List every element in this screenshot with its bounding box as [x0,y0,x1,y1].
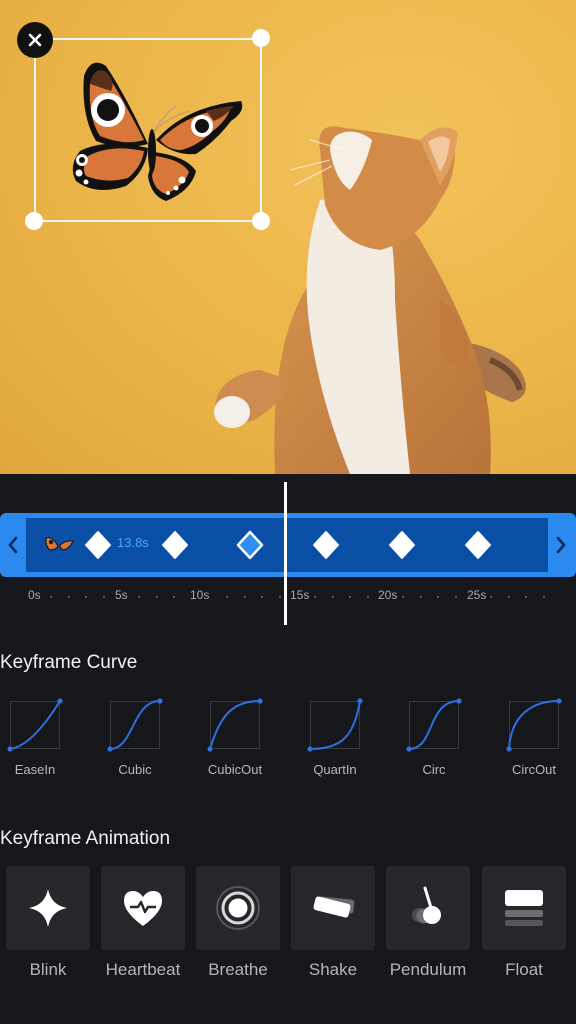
ruler-tick [455,596,457,598]
sparkle-icon [26,886,70,930]
ruler-tick [508,596,510,598]
curve-label: EaseIn [14,762,56,777]
shake-icon [308,888,358,928]
animation-tile[interactable] [6,866,90,950]
keyframe-marker[interactable] [160,530,190,560]
curve-option-circ[interactable]: Circ [401,696,463,786]
keyframe-marker-selected[interactable] [235,530,265,560]
ruler-tick [314,596,316,598]
animation-tile[interactable] [386,866,470,950]
animation-label: Float [505,960,543,979]
resize-handle-bottom-left[interactable] [25,212,43,230]
animation-option-float[interactable]: Float [482,866,568,986]
animation-label: Shake [308,960,358,979]
chevron-left-icon [8,536,18,554]
ruler-tick [103,596,105,598]
circ-curve-icon [406,698,462,752]
animation-label: Breathe [208,960,268,979]
ruler-tick [173,596,175,598]
ruler-tick [349,596,351,598]
curve-option-cubic[interactable]: Cubic [102,696,164,786]
ruler-tick [420,596,422,598]
ruler-label: 5s [115,588,128,602]
curve-label: CubicOut [207,762,263,777]
circout-curve-icon [506,698,562,752]
curve-label: CircOut [511,762,557,777]
curve-option-quartin[interactable]: QuartIn [302,696,364,786]
ruler-label: 15s [290,588,310,602]
ruler-tick [226,596,228,598]
remove-sticker-button[interactable] [17,22,53,58]
keyframe-marker[interactable] [387,530,417,560]
animation-tile[interactable] [101,866,185,950]
butterfly-sticker[interactable] [66,56,248,204]
animation-option-blink[interactable]: Blink [6,866,92,986]
animation-tile[interactable] [482,866,566,950]
ruler-tick [402,596,404,598]
track-trim-left-button[interactable] [2,528,24,562]
ruler-tick [525,596,527,598]
curve-label: Cubic [118,762,152,777]
ruler-label: 25s [467,588,487,602]
keyframe-marker[interactable] [463,530,493,560]
animation-option-pendulum[interactable]: Pendulum [386,866,472,986]
curve-option-easein[interactable]: EaseIn [2,696,64,786]
keyframe-marker[interactable] [311,530,341,560]
chevron-right-icon [556,536,566,554]
ruler-tick [156,596,158,598]
cubic-curve-icon [107,698,163,752]
ruler-tick [490,596,492,598]
ruler-tick [367,596,369,598]
ruler-tick [279,596,281,598]
animation-label: Heartbeat [105,960,181,979]
resize-handle-top-right[interactable] [252,29,270,47]
animation-label: Blink [29,960,67,979]
animation-tile[interactable] [196,866,280,950]
heartbeat-icon [121,888,165,928]
keyframe-animation-title: Keyframe Animation [0,828,171,849]
ruler-tick [437,596,439,598]
ruler-tick [261,596,263,598]
sticker-duration: 13.8s [117,535,149,550]
cubicout-curve-icon [207,698,263,752]
curve-option-circout[interactable]: CircOut [501,696,563,786]
animation-option-shake[interactable]: Shake [291,866,377,986]
keyframe-curve-title: Keyframe Curve [0,652,138,673]
animation-tile[interactable] [291,866,375,950]
keyframe-marker[interactable] [83,530,113,560]
curve-label: Circ [422,762,446,777]
ruler-tick [68,596,70,598]
curve-option-cubicout[interactable]: CubicOut [202,696,264,786]
video-preview[interactable] [0,0,576,474]
curve-label: QuartIn [313,762,357,777]
animation-option-heartbeat[interactable]: Heartbeat [101,866,187,986]
ruler-label: 10s [190,588,210,602]
ruler-tick [85,596,87,598]
easein-curve-icon [7,698,63,752]
pendulum-icon [405,885,451,931]
ruler-label: 20s [378,588,398,602]
ruler-tick [332,596,334,598]
ruler-label: 0s [28,588,41,602]
playhead[interactable] [284,482,287,625]
ruler-tick [50,596,52,598]
close-icon [28,33,42,47]
ruler-tick [138,596,140,598]
animation-option-breathe[interactable]: Breathe [196,866,282,986]
ruler-tick [543,596,545,598]
quartin-curve-icon [307,698,363,752]
resize-handle-bottom-right[interactable] [252,212,270,230]
float-icon [502,887,546,929]
butterfly-thumbnail-icon [45,537,74,551]
animation-label: Pendulum [389,960,467,979]
ruler-tick [244,596,246,598]
breathe-icon [214,884,262,932]
track-trim-right-button[interactable] [550,528,572,562]
